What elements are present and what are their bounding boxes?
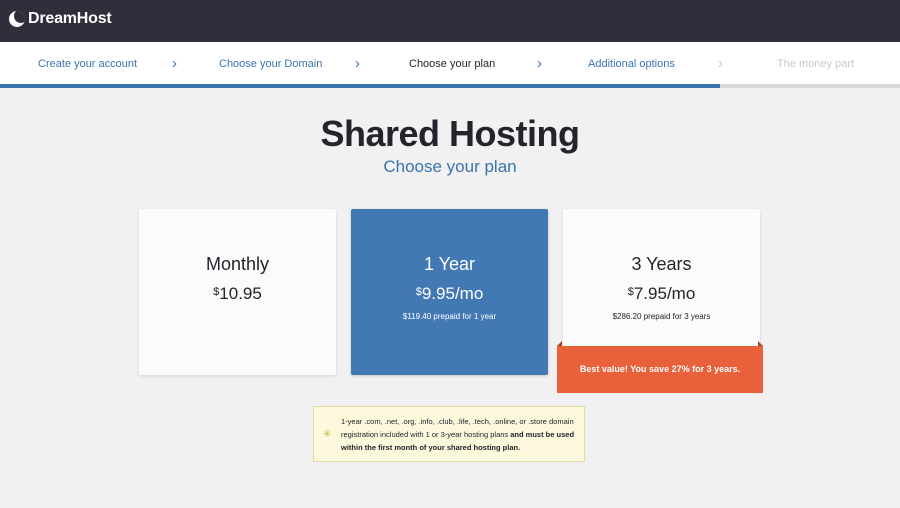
best-value-ribbon: Best value! You save 27% for 3 years. — [557, 341, 763, 393]
plan-period: /mo — [454, 284, 484, 303]
notice-text: 1-year .com, .net, .org, .info, .club, .… — [341, 415, 579, 454]
plan-card-1-year[interactable]: 1 Year $9.95/mo $119.40 prepaid for 1 ye… — [351, 209, 548, 375]
progress-bar — [0, 84, 900, 88]
chevron-right-icon: › — [172, 55, 177, 72]
domain-notice: ✳ 1-year .com, .net, .org, .info, .club,… — [313, 406, 585, 462]
step-choose-plan: Choose your plan — [409, 58, 496, 70]
plan-name: Monthly — [205, 254, 270, 274]
page-subtitle: Choose your plan — [383, 157, 517, 176]
plan-price: $7.95/mo — [563, 284, 760, 304]
brand-name: DreamHost — [28, 10, 112, 27]
moon-logo-icon — [9, 11, 25, 27]
chevron-right-icon: › — [355, 55, 360, 72]
plan-name: 3 Years — [631, 254, 692, 274]
top-bar: DreamHost — [0, 0, 900, 42]
plan-amount: 10.95 — [219, 284, 262, 303]
plan-price: $10.95 — [139, 284, 336, 304]
star-icon: ✳ — [323, 429, 332, 440]
plan-amount: 9.95 — [421, 284, 455, 303]
dreamhost-logo[interactable]: DreamHost — [9, 9, 112, 29]
chevron-right-icon: › — [718, 55, 723, 72]
plan-prepaid-note: $119.40 prepaid for 1 year — [402, 312, 497, 321]
plan-name: 1 Year — [423, 254, 476, 274]
plan-prepaid-note: $286.20 prepaid for 3 years — [612, 312, 711, 321]
plan-card-monthly[interactable]: Monthly $10.95 — [139, 209, 336, 375]
plan-price: $9.95/mo — [351, 284, 548, 304]
progress-bar-fill — [0, 84, 720, 88]
chevron-right-icon: › — [537, 55, 542, 72]
plan-period: /mo — [666, 284, 696, 303]
step-choose-domain[interactable]: Choose your Domain — [219, 58, 322, 70]
step-additional-options[interactable]: Additional options — [588, 58, 675, 70]
step-create-account[interactable]: Create your account — [38, 58, 137, 70]
plan-amount: 7.95 — [633, 284, 667, 303]
page-title: Shared Hosting — [320, 113, 580, 154]
checkout-steps: Create your account › Choose your Domain… — [0, 42, 900, 88]
step-money-part: The money part — [777, 58, 855, 70]
